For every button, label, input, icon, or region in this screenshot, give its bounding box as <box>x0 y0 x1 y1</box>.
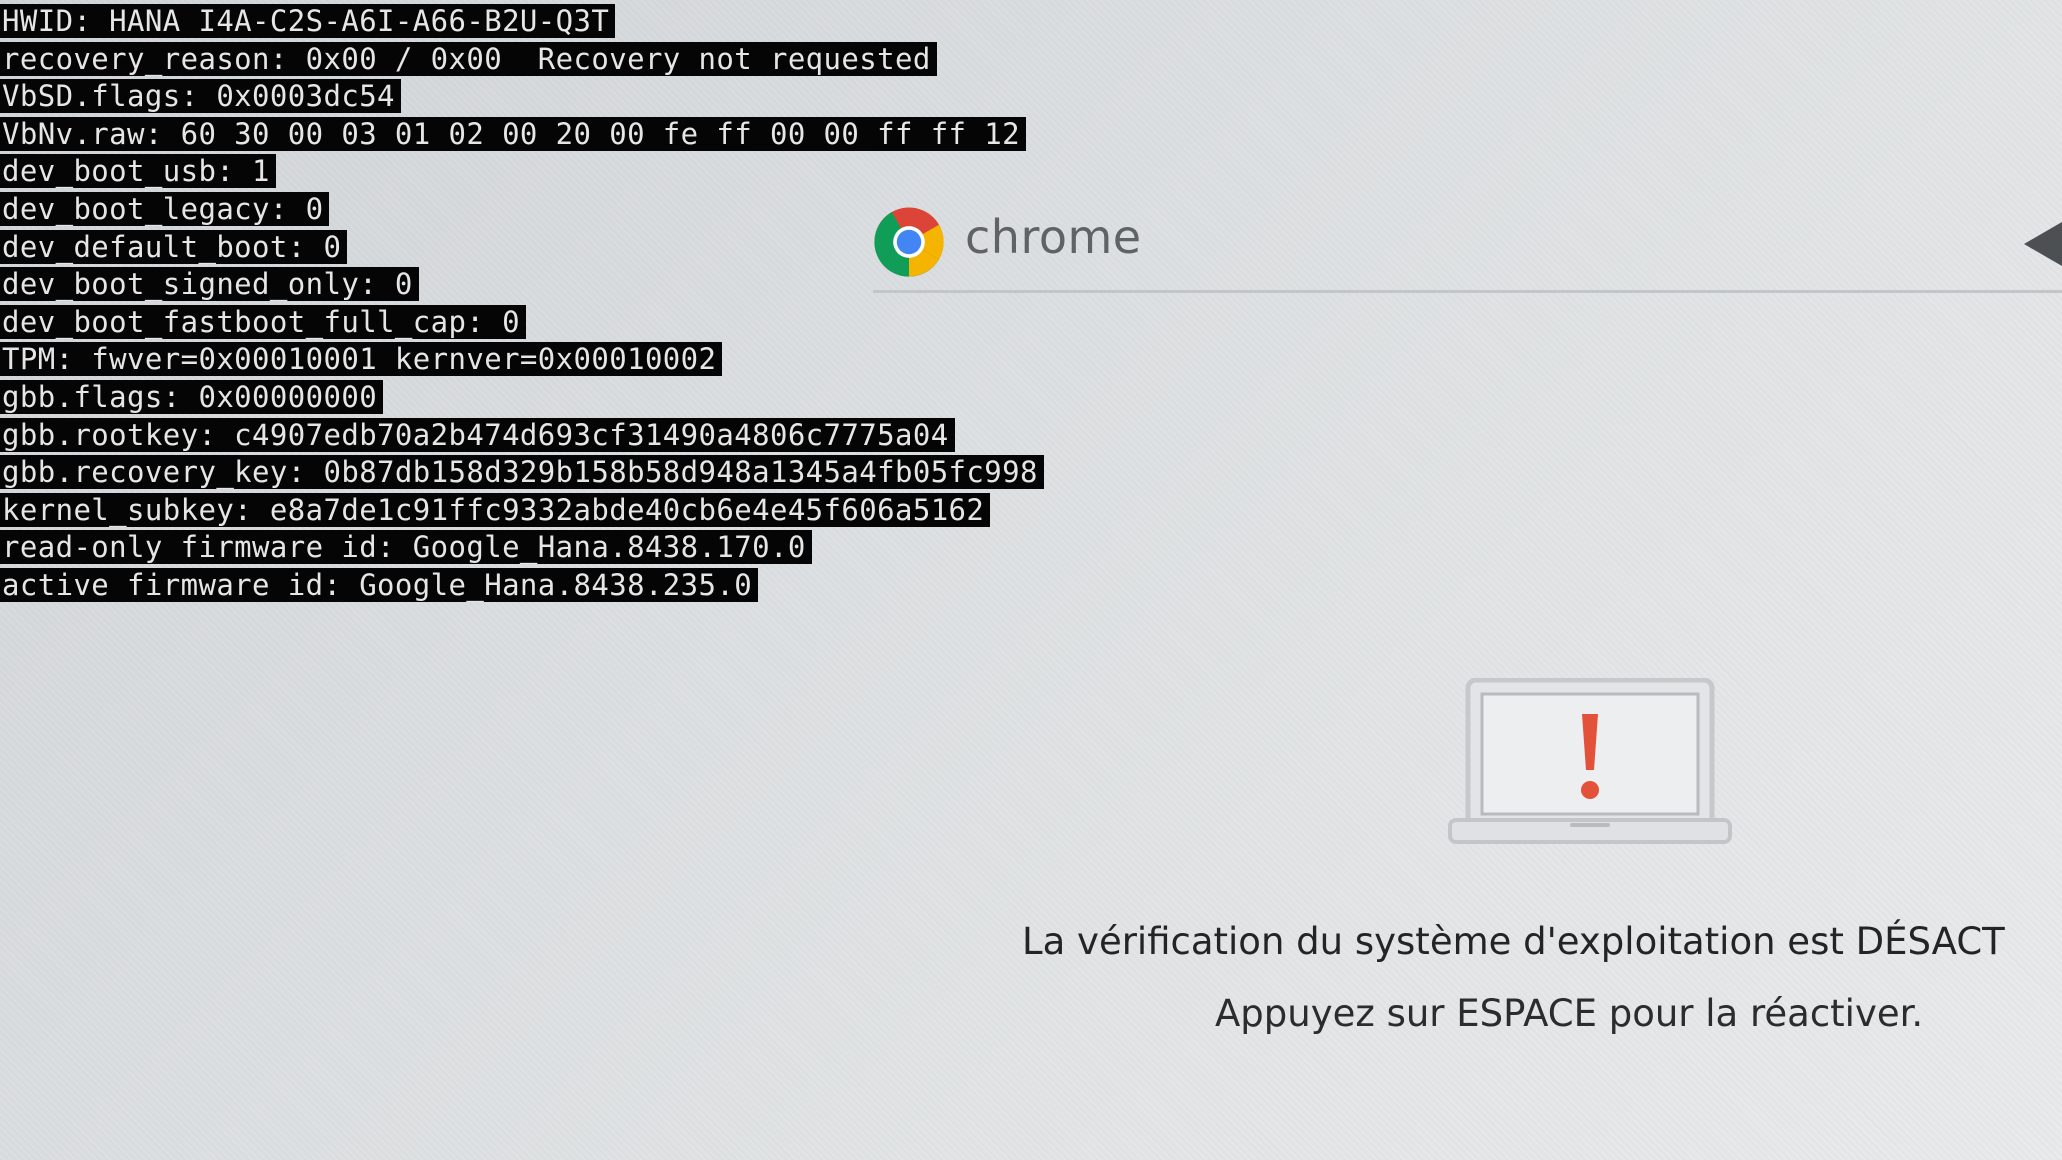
chrome-logo-icon <box>874 207 944 277</box>
debug-line-ro-firmware-id: read-only firmware id: Google_Hana.8438.… <box>0 530 1044 568</box>
debug-line-tpm: TPM: fwver=0x00010001 kernver=0x00010002 <box>0 342 1044 380</box>
debug-line-vbsd-flags: VbSD.flags: 0x0003dc54 <box>0 79 1044 117</box>
debug-line-dev-boot-usb: dev_boot_usb: 1 <box>0 154 1044 192</box>
debug-line-gbb-recovery-key: gbb.recovery_key: 0b87db158d329b158b58d9… <box>0 455 1044 493</box>
language-arrow-icon[interactable] <box>2024 222 2062 266</box>
debug-line-hwid: HWID: HANA I4A-C2S-A6I-A66-B2U-Q3T <box>0 4 1044 42</box>
laptop-warning-icon <box>1448 678 1732 844</box>
debug-line-gbb-rootkey: gbb.rootkey: c4907edb70a2b474d693cf31490… <box>0 417 1044 456</box>
debug-line-dev-boot-fastboot: dev_boot_fastboot_full_cap: 0 <box>0 304 1044 343</box>
debug-line-recovery-reason: recovery_reason: 0x00 / 0x00 Recovery no… <box>0 41 1044 80</box>
debug-line-kernel-subkey: kernel_subkey: e8a7de1c91ffc9332abde40cb… <box>0 492 1044 531</box>
debug-line-vbnv-raw: VbNv.raw: 60 30 00 03 01 02 00 20 00 fe … <box>0 116 1044 155</box>
chrome-header: chrome <box>873 200 2062 294</box>
chrome-wordmark: chrome <box>965 210 1142 264</box>
header-divider <box>873 290 2062 293</box>
press-space-instruction: Appuyez sur ESPACE pour la réactiver. <box>1215 992 1924 1035</box>
debug-line-active-firmware-id: active firmware id: Google_Hana.8438.235… <box>0 567 1044 606</box>
debug-info-panel: HWID: HANA I4A-C2S-A6I-A66-B2U-Q3T recov… <box>0 4 1044 606</box>
verification-disabled-message: La vérification du système d'exploitatio… <box>1022 920 2005 963</box>
debug-line-gbb-flags: gbb.flags: 0x00000000 <box>0 379 1044 418</box>
